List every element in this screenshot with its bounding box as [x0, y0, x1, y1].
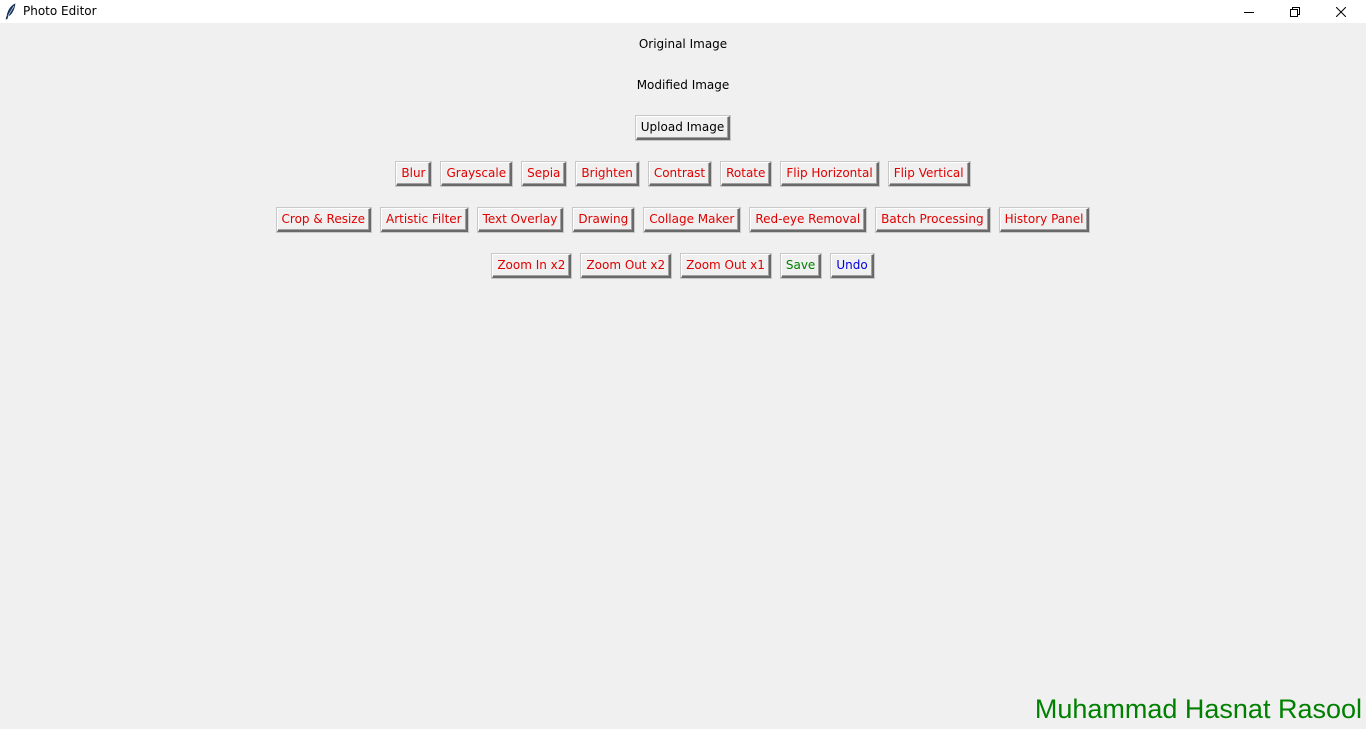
artistic-filter-button[interactable]: Artistic Filter [380, 208, 468, 232]
red-eye-removal-button[interactable]: Red-eye Removal [750, 208, 867, 232]
window-title: Photo Editor [23, 4, 97, 18]
contrast-button[interactable]: Contrast [648, 162, 712, 186]
collage-maker-button[interactable]: Collage Maker [644, 208, 741, 232]
restore-button[interactable] [1272, 0, 1318, 23]
zoom-in-x2-button[interactable]: Zoom In x2 [492, 254, 572, 278]
zoom-out-x1-button[interactable]: Zoom Out x1 [681, 254, 771, 278]
filter-row-2: Crop & Resize Artistic Filter Text Overl… [0, 208, 1366, 232]
blur-button[interactable]: Blur [396, 162, 432, 186]
minimize-icon [1244, 7, 1254, 17]
modified-image-label: Modified Image [636, 78, 730, 92]
flip-horizontal-button[interactable]: Flip Horizontal [781, 162, 879, 186]
save-button[interactable]: Save [780, 254, 822, 278]
close-icon [1336, 6, 1346, 17]
history-panel-button[interactable]: History Panel [999, 208, 1090, 232]
rotate-button[interactable]: Rotate [721, 162, 772, 186]
photo-editor-window: Photo Editor Original Image Modified Ima… [0, 0, 1366, 729]
grayscale-button[interactable]: Grayscale [441, 162, 513, 186]
author-credit: Muhammad Hasnat Rasool [1034, 694, 1362, 724]
flip-vertical-button[interactable]: Flip Vertical [888, 162, 970, 186]
zoom-out-x2-button[interactable]: Zoom Out x2 [581, 254, 672, 278]
action-row: Zoom In x2 Zoom Out x2 Zoom Out x1 Save … [0, 254, 1366, 278]
drawing-button[interactable]: Drawing [573, 208, 635, 232]
upload-image-button[interactable]: Upload Image [635, 116, 731, 140]
brighten-button[interactable]: Brighten [576, 162, 639, 186]
title-bar[interactable]: Photo Editor [0, 0, 1366, 23]
text-overlay-button[interactable]: Text Overlay [477, 208, 564, 232]
original-image-label: Original Image [638, 37, 728, 51]
sepia-button[interactable]: Sepia [522, 162, 567, 186]
minimize-button[interactable] [1226, 0, 1272, 23]
batch-processing-button[interactable]: Batch Processing [876, 208, 990, 232]
undo-button[interactable]: Undo [831, 254, 874, 278]
close-button[interactable] [1318, 0, 1364, 23]
filter-row-1: Blur Grayscale Sepia Brighten Contrast R… [0, 162, 1366, 186]
upload-row: Upload Image [0, 116, 1366, 140]
feather-icon [5, 3, 17, 20]
crop-resize-button[interactable]: Crop & Resize [276, 208, 371, 232]
restore-icon [1290, 6, 1300, 17]
